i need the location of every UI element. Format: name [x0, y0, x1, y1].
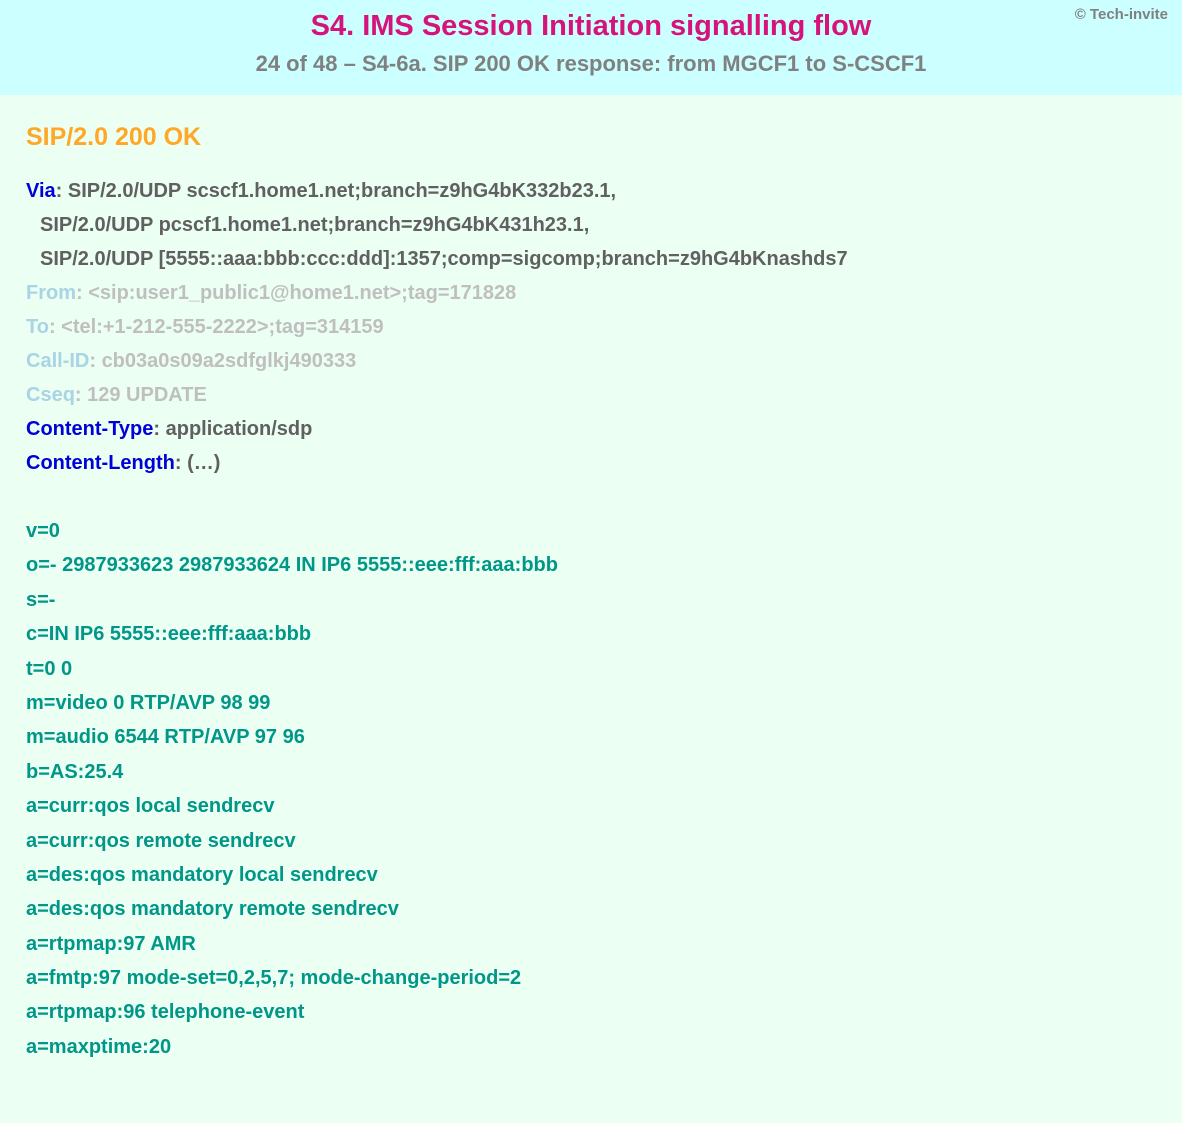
sdp-line: t=0 0 [26, 652, 1156, 686]
sdp-line: a=maxptime:20 [26, 1030, 1156, 1064]
sdp-body: v=0 o=- 2987933623 2987933624 IN IP6 555… [26, 514, 1156, 1064]
header-value: (…) [187, 452, 220, 474]
document-content: SIP/2.0 200 OK Via: SIP/2.0/UDP scscf1.h… [0, 95, 1182, 1123]
sdp-line: s=- [26, 583, 1156, 617]
header-value: SIP/2.0/UDP pcscf1.home1.net;branch=z9hG… [40, 214, 589, 236]
header-value: 129 UPDATE [87, 384, 207, 406]
sdp-line: a=fmtp:97 mode-set=0,2,5,7; mode-change-… [26, 961, 1156, 995]
header-value: <tel:+1-212-555-2222>;tag=314159 [61, 316, 383, 338]
sdp-line: b=AS:25.4 [26, 755, 1156, 789]
header-value: cb03a0s09a2sdfglkj490333 [102, 350, 357, 372]
sdp-line: m=video 0 RTP/AVP 98 99 [26, 686, 1156, 720]
header-value: <sip:user1_public1@home1.net>;tag=171828 [88, 282, 516, 304]
sdp-line: a=rtpmap:97 AMR [26, 927, 1156, 961]
header-to: To: <tel:+1-212-555-2222>;tag=314159 [26, 310, 1156, 344]
header-value: SIP/2.0/UDP scscf1.home1.net;branch=z9hG… [68, 180, 616, 202]
header-cseq: Cseq: 129 UPDATE [26, 378, 1156, 412]
document-title: S4. IMS Session Initiation signalling fl… [20, 10, 1162, 43]
header-value: application/sdp [166, 418, 313, 440]
header-name: From [26, 282, 76, 304]
header-content-type: Content-Type: application/sdp [26, 412, 1156, 446]
header-name: Cseq [26, 384, 75, 406]
sdp-line: a=curr:qos remote sendrecv [26, 824, 1156, 858]
sdp-line: o=- 2987933623 2987933624 IN IP6 5555::e… [26, 548, 1156, 582]
header-value: SIP/2.0/UDP [5555::aaa:bbb:ccc:ddd]:1357… [40, 248, 848, 270]
header-content-length: Content-Length: (…) [26, 446, 1156, 480]
header-via-cont: SIP/2.0/UDP pcscf1.home1.net;branch=z9hG… [26, 208, 1156, 242]
sip-status-line: SIP/2.0 200 OK [26, 123, 1156, 152]
document-header: © Tech-invite S4. IMS Session Initiation… [0, 0, 1182, 95]
sdp-line: a=rtpmap:96 telephone-event [26, 995, 1156, 1029]
header-name: Call-ID [26, 350, 89, 372]
document-subtitle: 24 of 48 – S4-6a. SIP 200 OK response: f… [20, 51, 1162, 77]
header-name: To [26, 316, 49, 338]
copyright-text: © Tech-invite [1075, 6, 1168, 23]
header-name: Content-Type [26, 418, 153, 440]
sdp-line: a=des:qos mandatory local sendrecv [26, 858, 1156, 892]
sdp-line: v=0 [26, 514, 1156, 548]
sdp-line: a=curr:qos local sendrecv [26, 789, 1156, 823]
header-via: Via: SIP/2.0/UDP scscf1.home1.net;branch… [26, 174, 1156, 208]
header-name: Content-Length [26, 452, 175, 474]
header-name: Via [26, 180, 56, 202]
header-call-id: Call-ID: cb03a0s09a2sdfglkj490333 [26, 344, 1156, 378]
header-via-cont: SIP/2.0/UDP [5555::aaa:bbb:ccc:ddd]:1357… [26, 242, 1156, 276]
sdp-line: m=audio 6544 RTP/AVP 97 96 [26, 720, 1156, 754]
sdp-line: a=des:qos mandatory remote sendrecv [26, 892, 1156, 926]
sdp-line: c=IN IP6 5555::eee:fff:aaa:bbb [26, 617, 1156, 651]
header-from: From: <sip:user1_public1@home1.net>;tag=… [26, 276, 1156, 310]
